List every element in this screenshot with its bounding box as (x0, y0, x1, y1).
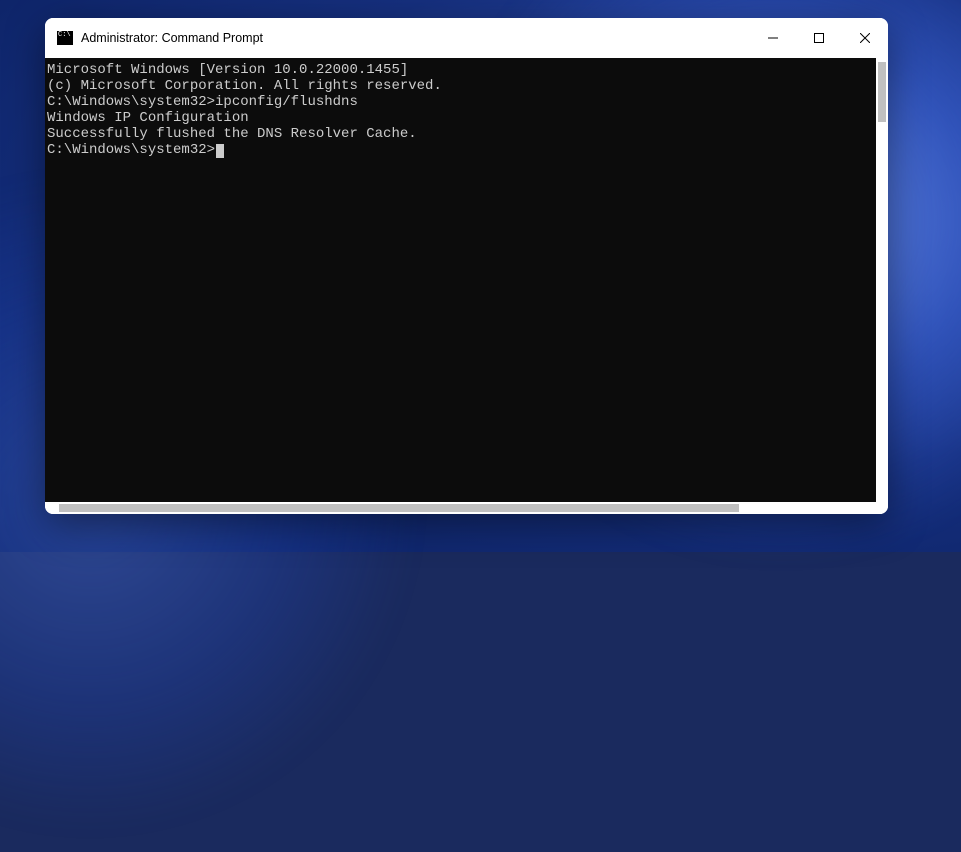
cursor (216, 144, 224, 158)
terminal-line: (c) Microsoft Corporation. All rights re… (45, 78, 876, 94)
terminal-line: Windows IP Configuration (45, 110, 876, 126)
terminal-line: C:\Windows\system32>ipconfig/flushdns (45, 94, 876, 110)
minimize-button[interactable] (750, 18, 796, 58)
titlebar[interactable]: Administrator: Command Prompt (45, 18, 888, 58)
horizontal-scrollbar[interactable] (59, 504, 739, 512)
terminal-line: C:\Windows\system32> (45, 142, 876, 158)
window-controls (750, 18, 888, 58)
window-title: Administrator: Command Prompt (81, 31, 750, 45)
close-button[interactable] (842, 18, 888, 58)
cmd-icon (57, 31, 73, 45)
terminal-line: Microsoft Windows [Version 10.0.22000.14… (45, 62, 876, 78)
maximize-icon (814, 33, 824, 43)
command-prompt-window: Administrator: Command Prompt Microsoft (45, 18, 888, 514)
terminal-container: Microsoft Windows [Version 10.0.22000.14… (45, 58, 888, 514)
vertical-scrollbar[interactable] (878, 62, 886, 122)
terminal-line: Successfully flushed the DNS Resolver Ca… (45, 126, 876, 142)
minimize-icon (768, 33, 778, 43)
maximize-button[interactable] (796, 18, 842, 58)
terminal-output[interactable]: Microsoft Windows [Version 10.0.22000.14… (45, 58, 876, 502)
close-icon (860, 33, 870, 43)
